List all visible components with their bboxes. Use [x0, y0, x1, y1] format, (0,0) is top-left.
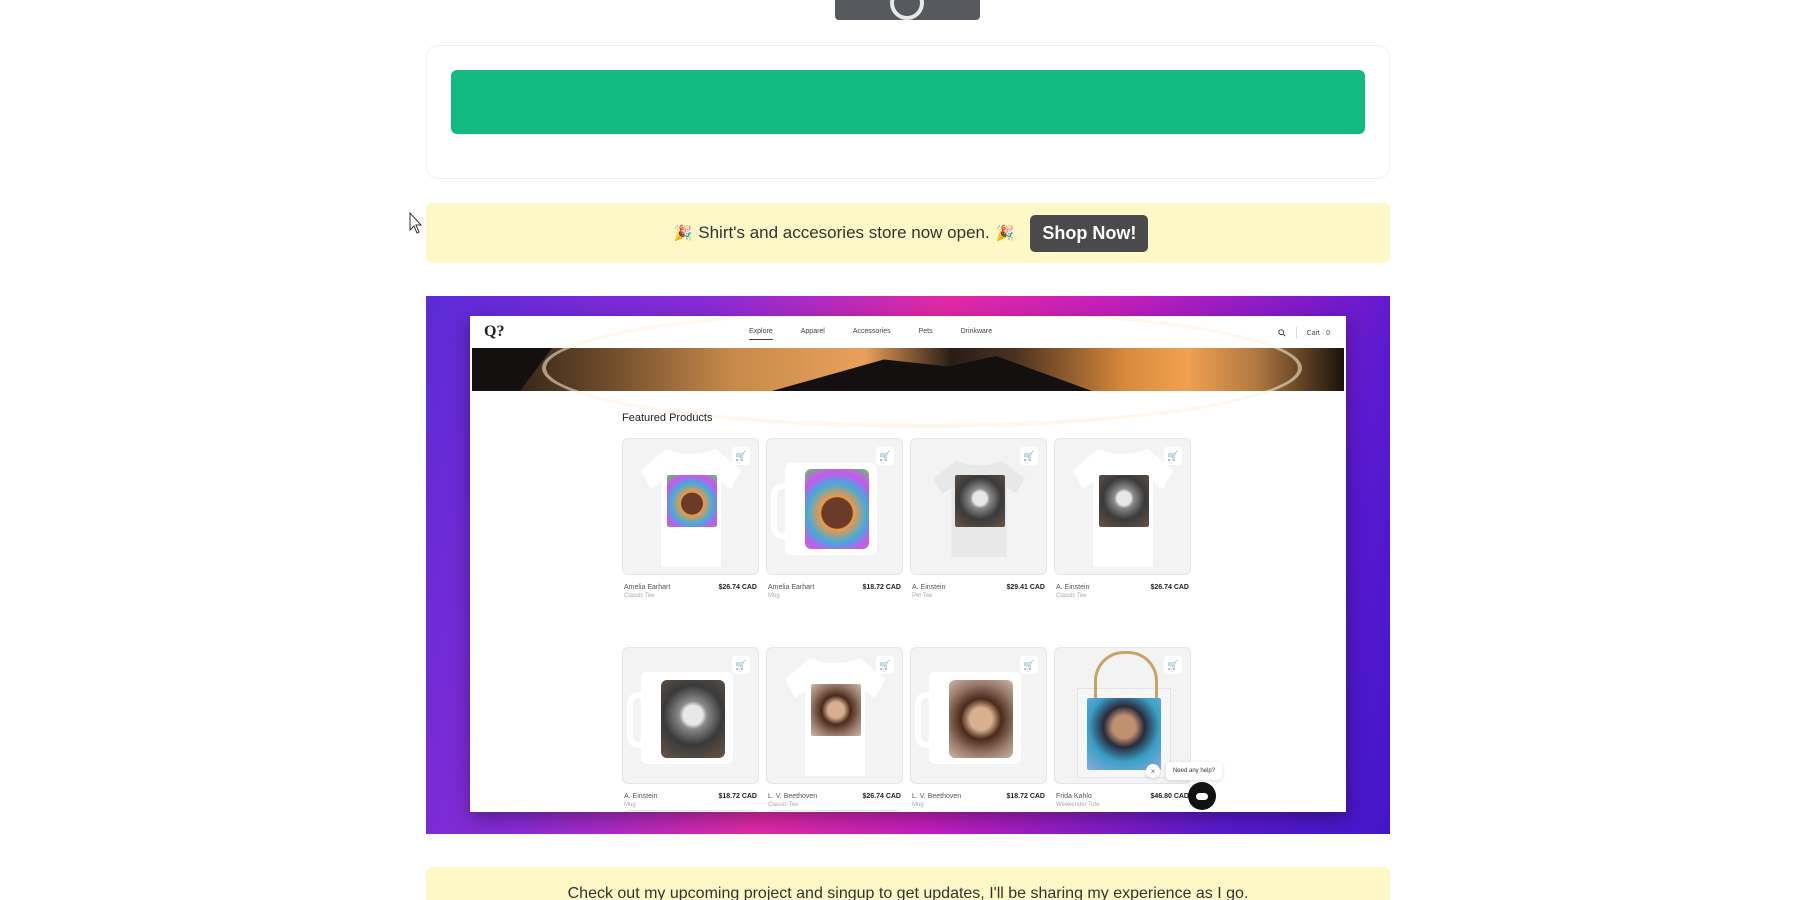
product-name: Amelia Earhart	[624, 584, 671, 591]
product-card: 🛒 Frida Kahlo $46.80 CAD Weekender Tote	[1054, 647, 1191, 808]
product-card: 🛒 L. V. Beethoven $18.72 CAD Mug	[910, 647, 1047, 808]
product-type: Weekender Tote	[1056, 802, 1100, 808]
product-image: 🛒	[622, 438, 759, 575]
close-icon: ×	[1146, 764, 1160, 778]
nav-divider	[1295, 327, 1297, 339]
hero-tree-silhouette	[472, 348, 552, 391]
product-name: A. Einstein	[624, 793, 658, 800]
store-logo: Q?	[484, 323, 505, 340]
product-card: 🛒 A. Einstein $26.74 CAD Classic Tee	[1054, 438, 1191, 599]
product-price: $18.72 CAD	[1006, 793, 1045, 800]
product-name: L. V. Beethoven	[768, 793, 818, 800]
action-card	[426, 45, 1390, 179]
product-price: $26.74 CAD	[1150, 584, 1189, 591]
product-card: 🛒 L. V. Beethoven $26.74 CAD Classic Tee	[766, 647, 903, 808]
portrait-art	[949, 680, 1013, 758]
product-card: 🛒 Amelia Earhart $18.72 CAD Mug	[766, 438, 903, 599]
add-to-cart-icon: 🛒	[1164, 656, 1182, 674]
portrait-art	[811, 684, 861, 736]
spinner-icon	[890, 0, 924, 20]
featured-products-title: Featured Products	[622, 412, 713, 424]
add-to-cart-icon: 🛒	[1020, 447, 1038, 465]
portrait-art	[1099, 475, 1149, 527]
product-image: 🛒	[766, 438, 903, 575]
product-price: $26.74 CAD	[862, 793, 901, 800]
add-to-cart-icon: 🛒	[732, 447, 750, 465]
product-type: Mug	[912, 802, 924, 808]
portrait-art	[1087, 698, 1161, 770]
product-type: Pet Tee	[912, 593, 933, 599]
page: 🎉 Shirt's and accesories store now open.…	[0, 0, 1817, 900]
product-grid: 🛒 Amelia Earhart $26.74 CAD Classic Tee 🛒…	[622, 438, 1191, 808]
product-type: Mug	[768, 593, 780, 599]
search-icon	[1277, 329, 1286, 337]
product-card-peek	[766, 810, 903, 812]
product-image: 🛒	[1054, 438, 1191, 575]
product-image: 🛒	[766, 647, 903, 784]
store-nav-right: Cart · 0	[1277, 327, 1330, 339]
product-type: Mug	[624, 802, 636, 808]
product-card: 🛒 Amelia Earhart $26.74 CAD Classic Tee	[622, 438, 759, 599]
product-image: 🛒	[622, 647, 759, 784]
product-price: $18.72 CAD	[718, 793, 757, 800]
portrait-art	[955, 475, 1005, 527]
product-name: Frida Kahlo	[1056, 793, 1092, 800]
product-card: 🛒 A. Einstein $18.72 CAD Mug	[622, 647, 759, 808]
product-price: $29.41 CAD	[1006, 584, 1045, 591]
primary-action-button[interactable]	[451, 70, 1365, 134]
help-bubble: Need any help?	[1166, 762, 1222, 780]
announcement-text: Shirt's and accesories store now open.	[698, 223, 990, 242]
mouse-cursor-icon	[409, 212, 423, 234]
add-to-cart-icon: 🛒	[732, 656, 750, 674]
loading-tab	[835, 0, 980, 20]
store-announcement-banner: 🎉 Shirt's and accesories store now open.…	[426, 203, 1390, 263]
add-to-cart-icon: 🛒	[876, 656, 894, 674]
product-image: 🛒	[910, 647, 1047, 784]
store-screenshot: Q? Explore Apparel Accessories Pets Drin…	[470, 316, 1346, 812]
product-card-peek	[622, 810, 759, 812]
project-signup-text: Check out my upcoming project and singup…	[567, 885, 1249, 900]
portrait-art	[805, 469, 869, 549]
product-name: Amelia Earhart	[768, 584, 815, 591]
product-card: 🛒 A. Einstein $29.41 CAD Pet Tee	[910, 438, 1047, 599]
add-to-cart-icon: 🛒	[1020, 656, 1038, 674]
product-type: Classic Tee	[768, 802, 799, 808]
chat-icon	[1188, 782, 1216, 810]
add-to-cart-icon: 🛒	[1164, 447, 1182, 465]
add-to-cart-icon: 🛒	[876, 447, 894, 465]
project-signup-banner: Check out my upcoming project and singup…	[426, 867, 1390, 900]
shop-now-button[interactable]: Shop Now!	[1030, 214, 1149, 252]
product-type: Classic Tee	[1056, 593, 1087, 599]
product-name: A. Einstein	[912, 584, 946, 591]
store-hero-banner	[472, 316, 1344, 428]
portrait-art	[667, 475, 717, 527]
party-popper-icon: 🎉	[673, 225, 693, 242]
cart-label: Cart · 0	[1306, 329, 1330, 337]
product-price: $26.74 CAD	[718, 584, 757, 591]
product-image: 🛒	[910, 438, 1047, 575]
portrait-art	[661, 680, 725, 758]
product-type: Classic Tee	[624, 593, 655, 599]
store-preview-showcase[interactable]: Q? Explore Apparel Accessories Pets Drin…	[426, 296, 1390, 834]
product-name: A. Einstein	[1056, 584, 1090, 591]
party-popper-icon: 🎉	[995, 225, 1015, 242]
product-name: L. V. Beethoven	[912, 793, 962, 800]
product-row-peek	[622, 810, 903, 812]
product-price: $46.80 CAD	[1150, 793, 1189, 800]
product-price: $18.72 CAD	[862, 584, 901, 591]
